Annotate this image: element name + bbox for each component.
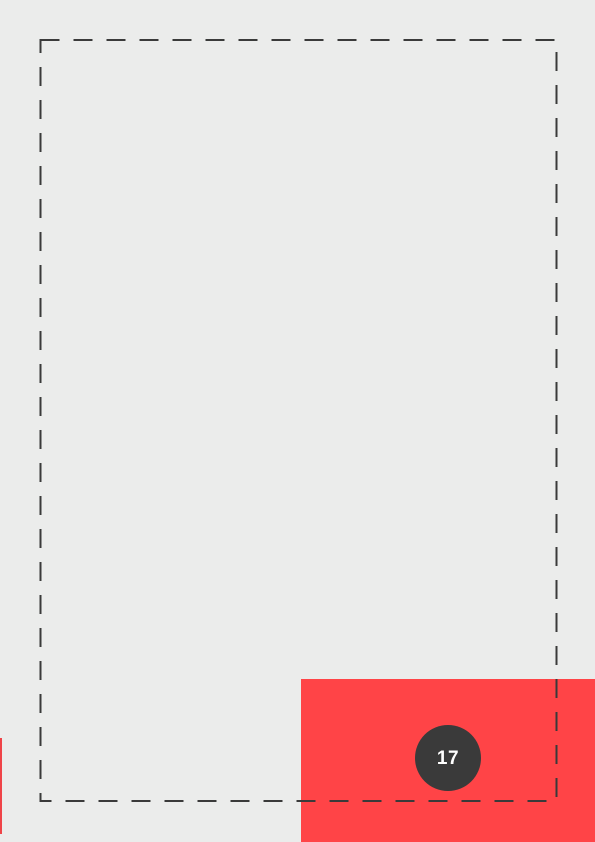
page-number-badge: 17 [415,725,481,791]
page-number: 17 [436,747,460,769]
document-page: 17 [0,0,595,842]
left-edge-accent [0,738,2,834]
